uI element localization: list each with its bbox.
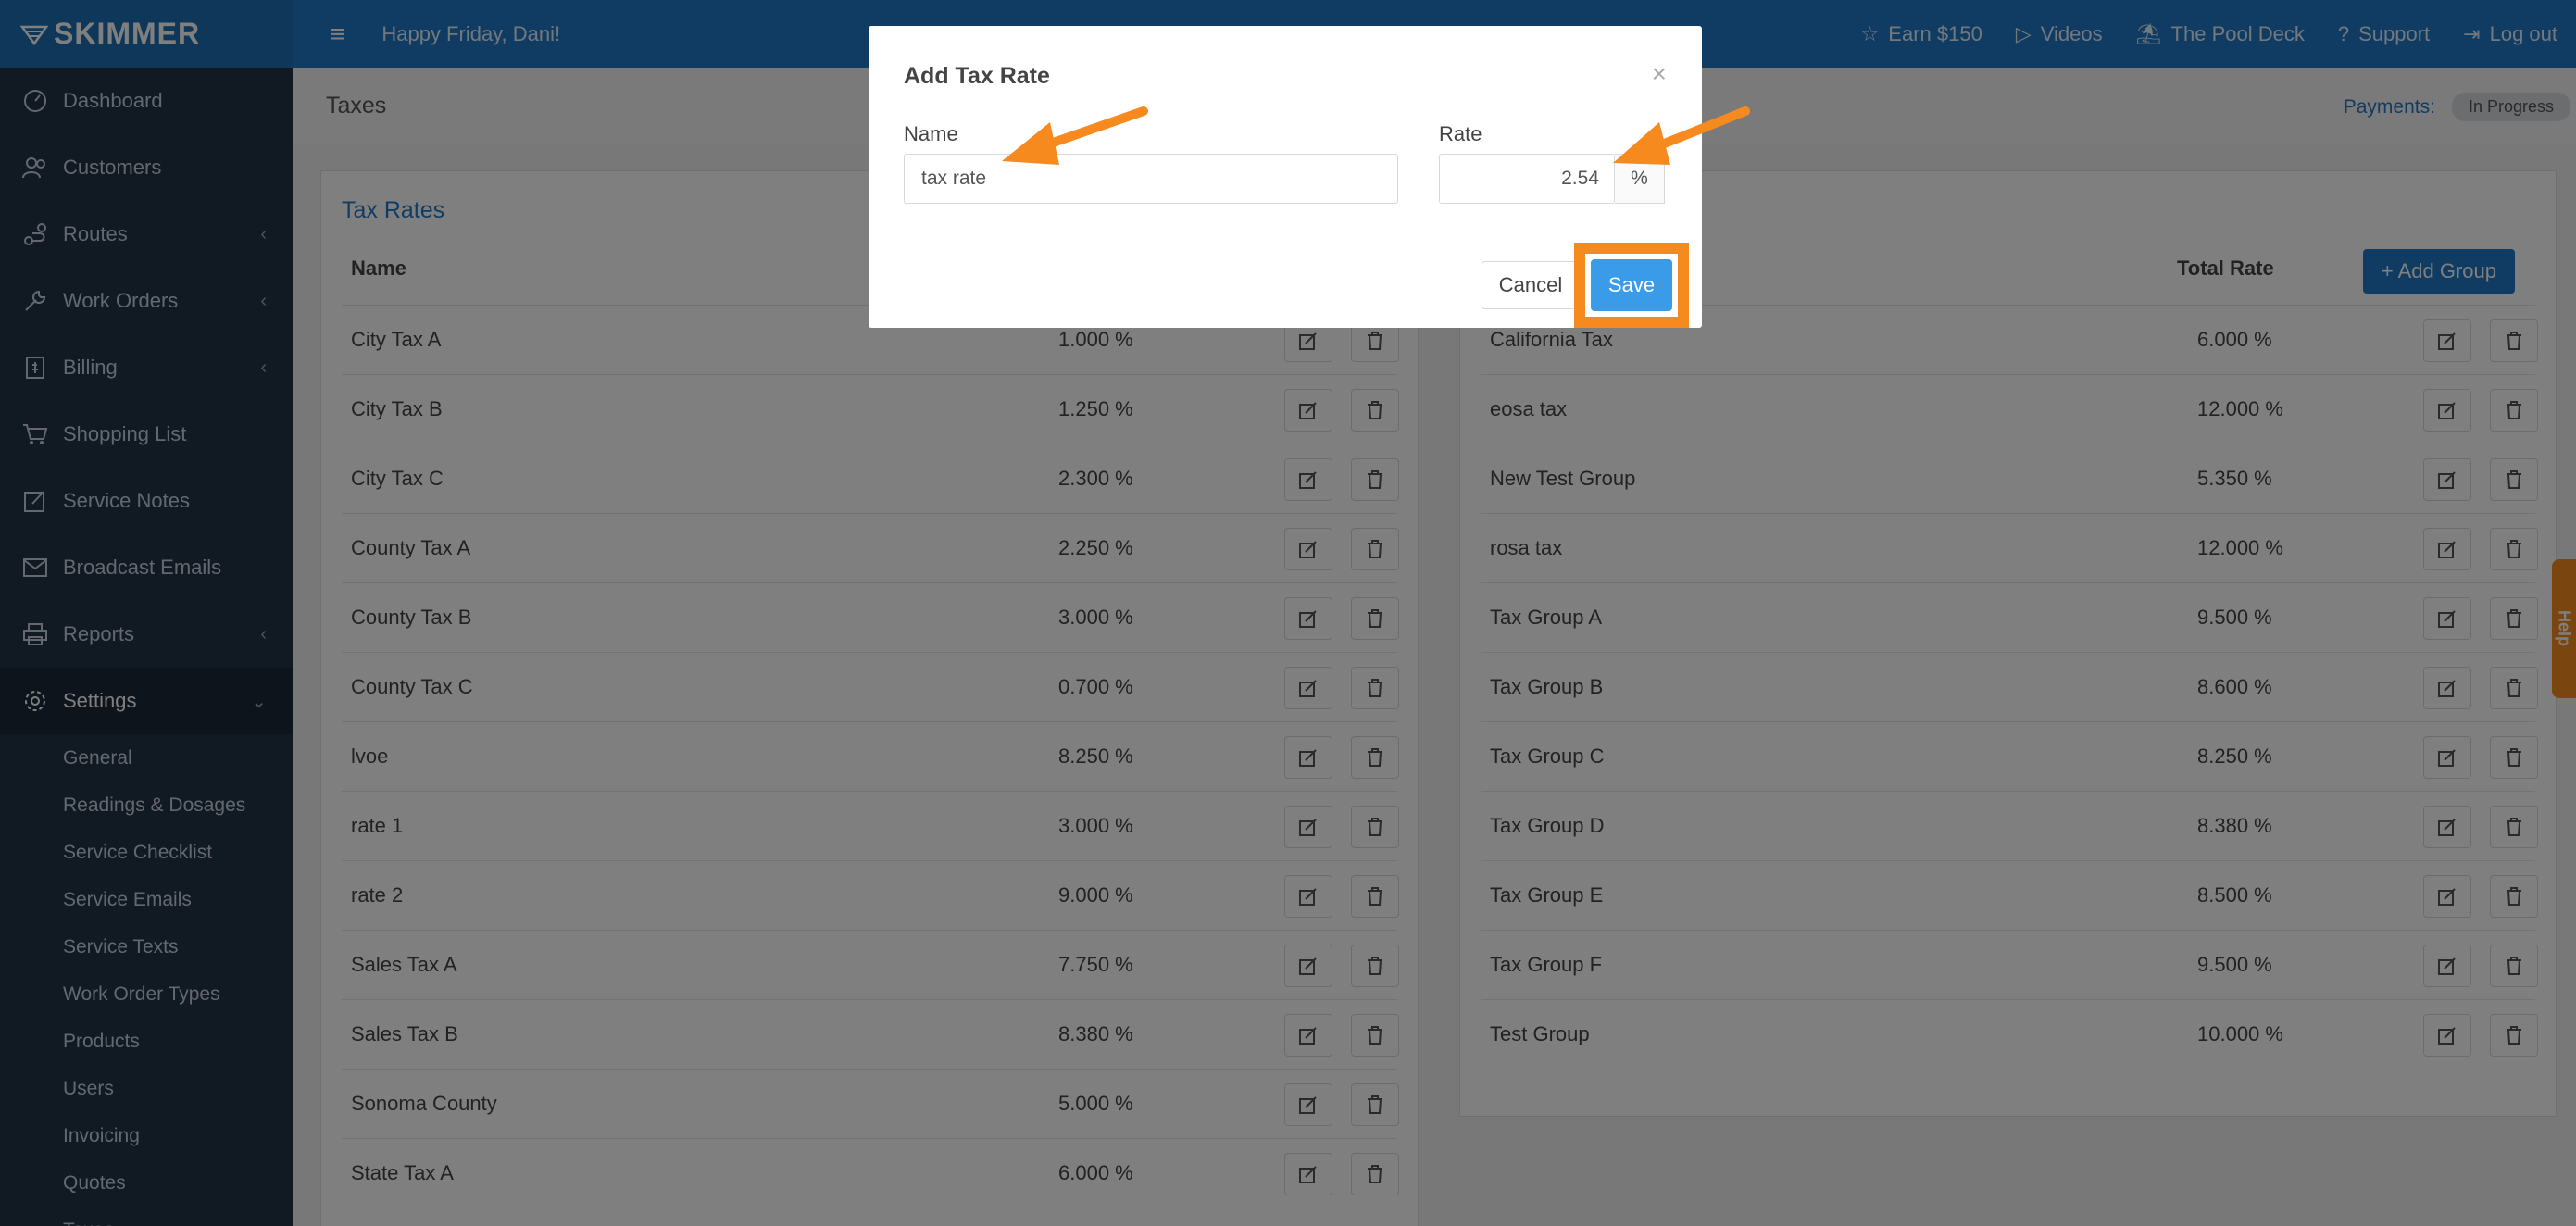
rate-input[interactable]: 2.54	[1439, 154, 1615, 204]
save-button[interactable]: Save	[1591, 259, 1672, 311]
modal-title: Add Tax Rate	[904, 63, 1050, 89]
rate-label: Rate	[1439, 122, 1482, 145]
cancel-button[interactable]: Cancel	[1482, 261, 1580, 309]
annotation-arrow-name-icon	[1002, 106, 1148, 165]
add-tax-rate-modal: Add Tax Rate × Name tax rate Rate 2.54 %…	[869, 26, 1702, 328]
name-label: Name	[904, 122, 958, 145]
close-icon[interactable]: ×	[1652, 59, 1667, 89]
name-input[interactable]: tax rate	[904, 154, 1398, 204]
annotation-arrow-rate-icon	[1613, 106, 1750, 165]
